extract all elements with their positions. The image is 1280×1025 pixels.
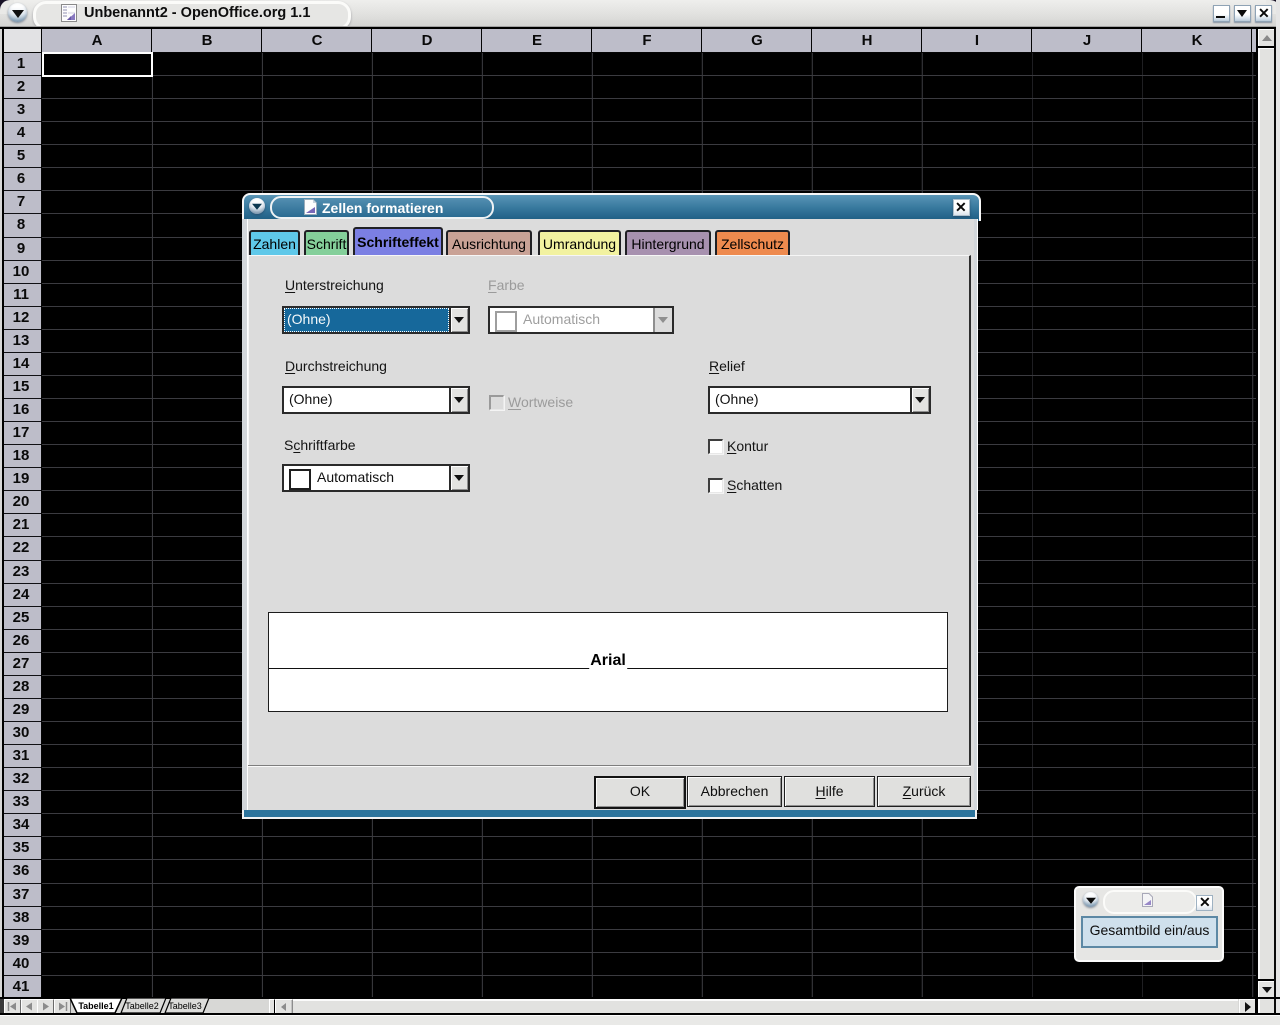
- svg-text:Tabelle2: Tabelle2: [125, 1001, 159, 1011]
- svg-text:Tabelle1: Tabelle1: [78, 1001, 113, 1011]
- svg-text:Tabelle3: Tabelle3: [168, 1001, 202, 1011]
